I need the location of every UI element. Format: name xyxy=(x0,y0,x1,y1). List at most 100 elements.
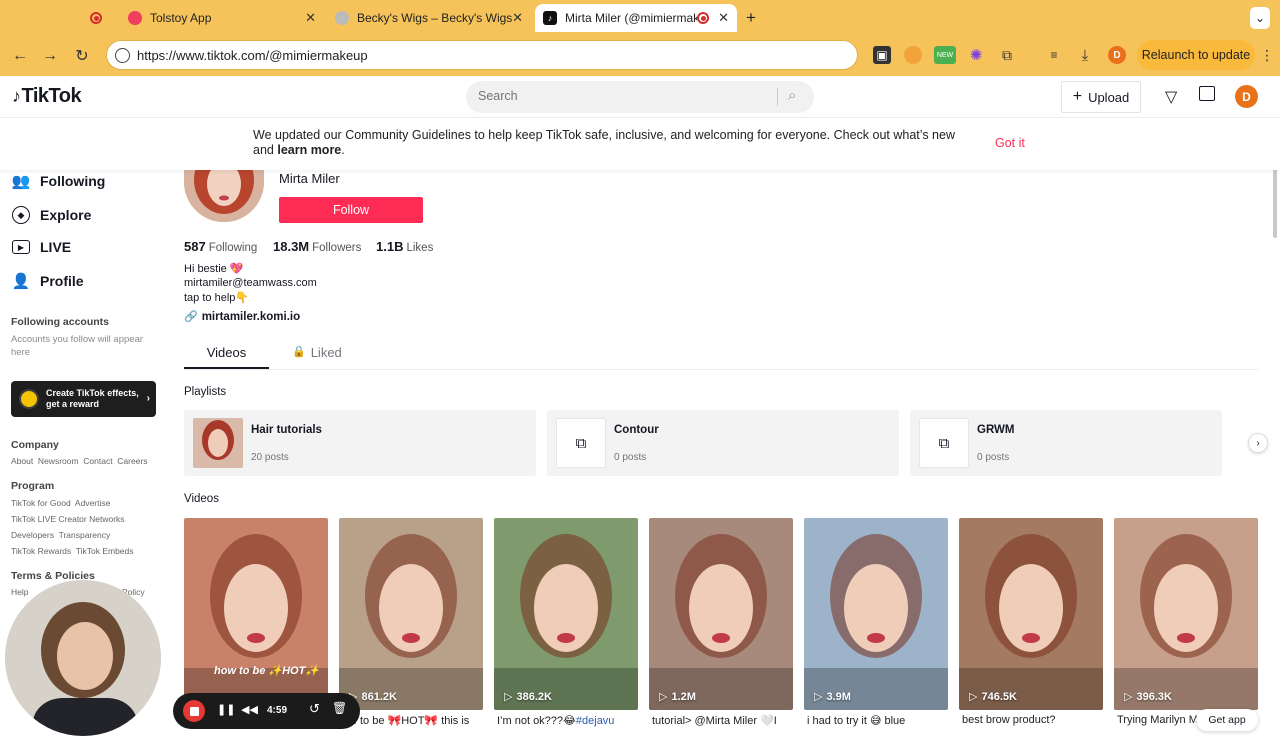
browser-tab-bar: Tolstoy App ✕ Becky's Wigs – Becky's Wig… xyxy=(0,0,1280,36)
following-accounts-hint: Accounts you follow will appear here xyxy=(11,334,144,358)
tab-liked[interactable]: 🔒 Liked xyxy=(292,345,342,360)
close-tab-icon[interactable]: ✕ xyxy=(512,10,523,26)
create-effects-banner[interactable]: Create TikTok effects, get a reward › xyxy=(11,381,156,417)
banner-message: We updated our Community Guidelines to h… xyxy=(253,128,955,157)
sidebar-item-following[interactable]: 👥 Following xyxy=(12,172,106,190)
relaunch-button[interactable]: Relaunch to update xyxy=(1137,40,1255,70)
got-it-button[interactable]: Got it xyxy=(995,136,1025,150)
recording-timer: 4:59 xyxy=(267,705,288,716)
extension-screen-icon[interactable]: ▣ xyxy=(873,46,891,64)
playlist-hair-tutorials[interactable]: Hair tutorials 20 posts xyxy=(184,410,536,476)
video-thumbnail xyxy=(339,518,483,710)
person-icon: 👤 xyxy=(11,273,31,290)
live-icon: ▶ xyxy=(12,240,30,254)
sidebar-item-explore[interactable]: ◆ Explore xyxy=(12,206,91,224)
tiktok-note-icon: ♪ xyxy=(12,86,21,106)
tab-mirta-miler[interactable]: ♪ Mirta Miler (@mimiermake ✕ xyxy=(535,4,737,32)
extension-new-icon[interactable]: NEW xyxy=(934,46,956,64)
video-card[interactable]: ▷ 396.3K xyxy=(1114,518,1258,710)
program-links-1[interactable]: TikTok for Good Advertise xyxy=(11,498,110,508)
playlists-title: Playlists xyxy=(184,386,227,398)
playlist-contour[interactable]: ⧉ Contour 0 posts xyxy=(547,410,899,476)
video-card[interactable]: ▷ 386.2K xyxy=(494,518,638,710)
browser-menu-icon[interactable]: ⋮ xyxy=(1258,46,1276,64)
bio-link[interactable]: 🔗 mirtamiler.komi.io xyxy=(184,310,300,324)
tiktok-logo[interactable]: ♪ TikTok xyxy=(12,85,82,108)
forward-button[interactable]: → xyxy=(38,44,62,68)
playlists-next-button[interactable]: › xyxy=(1248,433,1268,453)
search-icon[interactable]: ⌕ xyxy=(788,87,796,104)
browser-profile-avatar[interactable]: D xyxy=(1108,46,1126,64)
play-icon: ▷ xyxy=(659,691,668,703)
link-icon: 🔗 xyxy=(184,311,198,323)
trash-icon[interactable]: 🗑 xyxy=(332,701,347,715)
play-icon: ▷ xyxy=(814,691,823,703)
search-input[interactable] xyxy=(478,89,768,103)
video-card[interactable]: ▷ 746.5K xyxy=(959,518,1103,710)
video-view-count: ▷ 746.5K xyxy=(969,690,1017,704)
learn-more-link[interactable]: learn more xyxy=(277,143,341,157)
sidebar-item-profile[interactable]: 👤 Profile xyxy=(12,272,84,290)
webcam-bubble[interactable] xyxy=(5,580,161,736)
reading-list-icon[interactable]: ≡ xyxy=(1045,46,1063,64)
tab-search-menu-button[interactable]: ⌄ xyxy=(1250,7,1270,29)
video-caption[interactable]: i had to try it 😅 blue xyxy=(807,714,951,727)
compass-icon: ◆ xyxy=(12,206,30,224)
program-links-2[interactable]: TikTok LIVE Creator Networks xyxy=(11,514,125,524)
search-divider xyxy=(777,88,778,106)
extension-pie-icon[interactable] xyxy=(904,46,922,64)
rewind-icon[interactable]: ◀◀ xyxy=(241,703,258,716)
video-view-count: ▷ 396.3K xyxy=(1124,690,1172,704)
video-card[interactable]: ▷ 1.2M xyxy=(649,518,793,710)
sidebar-item-live[interactable]: ▶ LIVE xyxy=(12,239,71,255)
playlist-grwm[interactable]: ⧉ GRWM 0 posts xyxy=(910,410,1222,476)
pause-icon[interactable]: ❚❚ xyxy=(217,703,235,716)
site-info-icon[interactable] xyxy=(115,48,130,63)
get-app-button[interactable]: Get app xyxy=(1196,709,1258,731)
tolstoy-favicon-icon xyxy=(128,11,142,25)
company-links[interactable]: About Newsroom Contact Careers xyxy=(11,456,148,466)
terms-help-link[interactable]: Help xyxy=(11,587,28,597)
chevron-right-icon: › xyxy=(146,393,150,404)
video-card[interactable]: how to be ✨HOT✨ xyxy=(184,518,328,710)
extension-flower-icon[interactable]: ✺ xyxy=(967,46,985,64)
upload-button[interactable]: + Upload xyxy=(1061,81,1141,113)
video-caption[interactable]: best brow product? xyxy=(962,714,1106,726)
videos-title: Videos xyxy=(184,493,219,505)
tab-videos[interactable]: Videos xyxy=(184,345,269,369)
reload-button[interactable]: ↻ xyxy=(70,44,94,68)
filter-icon[interactable]: ▽ xyxy=(1165,87,1177,107)
stat-following[interactable]: 587 Following xyxy=(184,239,257,254)
tiktok-header: ♪ TikTok ⌕ + Upload ▽ D xyxy=(0,76,1280,118)
downloads-icon[interactable]: ⤓ xyxy=(1076,46,1094,64)
video-caption[interactable]: I’m not ok???😂#dejavu xyxy=(497,714,641,727)
bio-line-2: mirtamiler@teamwass.com xyxy=(184,277,317,289)
close-tab-icon[interactable]: ✕ xyxy=(718,10,729,26)
play-icon: ▷ xyxy=(969,691,978,703)
tab-tolstoy-app[interactable]: Tolstoy App ✕ xyxy=(118,4,324,32)
back-button[interactable]: ← xyxy=(8,44,32,68)
program-links-4[interactable]: TikTok Rewards TikTok Embeds xyxy=(11,546,134,556)
tab-beckys-wigs[interactable]: Becky's Wigs – Becky's Wigs ✕ xyxy=(327,4,531,32)
close-tab-icon[interactable]: ✕ xyxy=(305,10,316,26)
follow-button[interactable]: Follow xyxy=(279,197,423,223)
messages-icon[interactable] xyxy=(1199,86,1215,101)
video-card[interactable]: ▷ 3.9M xyxy=(804,518,948,710)
tab-divider xyxy=(184,369,1258,370)
restart-icon[interactable]: ↺ xyxy=(309,701,320,717)
program-links-3[interactable]: Developers Transparency xyxy=(11,530,110,540)
video-caption[interactable]: w to be 🎀HOT🎀 this is xyxy=(349,714,493,727)
extensions-puzzle-icon[interactable]: ⧉ xyxy=(998,46,1016,64)
stop-recording-button[interactable] xyxy=(183,700,205,722)
bio-line-1: Hi bestie 💖 xyxy=(184,263,244,275)
stat-followers[interactable]: 18.3M Followers xyxy=(273,239,361,254)
address-bar[interactable]: https://www.tiktok.com/@mimiermakeup xyxy=(106,40,858,70)
hashtag-link[interactable]: #dejavu xyxy=(576,715,615,727)
recording-indicator-icon xyxy=(90,4,104,32)
new-tab-button[interactable]: + xyxy=(746,4,756,32)
lock-icon: 🔒 xyxy=(292,346,306,358)
video-caption[interactable]: tutorial> @Mirta Miler 🤍I xyxy=(652,714,796,727)
screen-recorder-controls: ❚❚ ◀◀ 4:59 ↺ 🗑 xyxy=(173,693,360,729)
video-card[interactable]: ▷861.2K xyxy=(339,518,483,710)
user-avatar[interactable]: D xyxy=(1235,85,1258,108)
